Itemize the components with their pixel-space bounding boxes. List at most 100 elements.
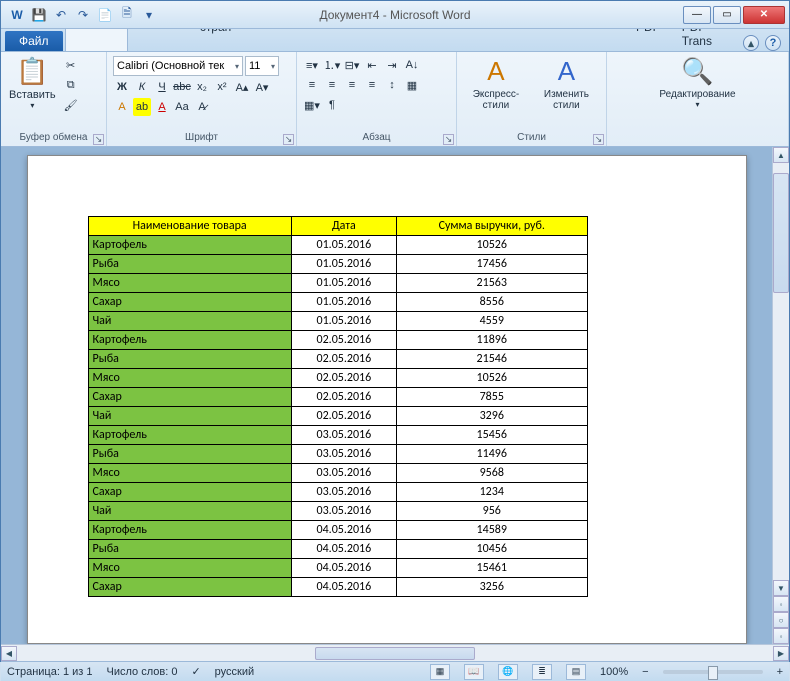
status-proof-icon[interactable]: ✓ — [191, 665, 200, 678]
view-print-icon[interactable]: ▦ — [430, 664, 450, 680]
cell-sum[interactable]: 3296 — [397, 407, 588, 426]
table-row[interactable]: Картофель04.05.201614589 — [88, 521, 587, 540]
vertical-scrollbar[interactable]: ▲ ▼ ◦ ○ ◦ — [772, 147, 789, 644]
data-table[interactable]: Наименование товараДатаСумма выручки, ру… — [88, 216, 588, 597]
grow-font-icon[interactable]: A▴ — [233, 78, 251, 96]
font-name-combo[interactable]: Calibri (Основной тек▾ — [113, 56, 243, 76]
view-read-icon[interactable]: 📖 — [464, 664, 484, 680]
shrink-font-icon[interactable]: A▾ — [253, 78, 271, 96]
font-color-icon[interactable]: A — [153, 98, 171, 116]
cell-sum[interactable]: 10526 — [397, 236, 588, 255]
justify-icon[interactable]: ≡ — [363, 76, 381, 94]
view-web-icon[interactable]: 🌐 — [498, 664, 518, 680]
cell-name[interactable]: Картофель — [88, 426, 291, 445]
cell-sum[interactable]: 956 — [397, 502, 588, 521]
change-styles-button[interactable]: A Изменить стили — [531, 54, 602, 113]
multilevel-icon[interactable]: ⊟▾ — [343, 56, 361, 74]
cell-name[interactable]: Мясо — [88, 559, 291, 578]
indent-right-icon[interactable]: ⇥ — [383, 56, 401, 74]
paste-button[interactable]: 📋 Вставить ▾ — [5, 54, 60, 112]
view-outline-icon[interactable]: ≣ — [532, 664, 552, 680]
save-icon[interactable]: 💾 — [29, 5, 49, 25]
cell-sum[interactable]: 17456 — [397, 255, 588, 274]
table-header[interactable]: Наименование товара — [88, 217, 291, 236]
cell-sum[interactable]: 4559 — [397, 312, 588, 331]
table-row[interactable]: Сахар03.05.20161234 — [88, 483, 587, 502]
table-row[interactable]: Сахар04.05.20163256 — [88, 578, 587, 597]
cell-date[interactable]: 04.05.2016 — [291, 521, 396, 540]
clipboard-launcher-icon[interactable]: ↘ — [93, 134, 104, 145]
scroll-down-icon[interactable]: ▼ — [773, 580, 789, 596]
cell-sum[interactable]: 15456 — [397, 426, 588, 445]
scroll-thumb-h[interactable] — [315, 647, 475, 660]
cell-sum[interactable]: 11896 — [397, 331, 588, 350]
cell-sum[interactable]: 11496 — [397, 445, 588, 464]
cell-name[interactable]: Рыба — [88, 445, 291, 464]
cell-date[interactable]: 02.05.2016 — [291, 350, 396, 369]
cell-name[interactable]: Сахар — [88, 578, 291, 597]
cell-name[interactable]: Рыба — [88, 350, 291, 369]
cell-name[interactable]: Картофель — [88, 521, 291, 540]
table-row[interactable]: Чай02.05.20163296 — [88, 407, 587, 426]
minimize-button[interactable]: — — [683, 6, 711, 24]
zoom-in-icon[interactable]: + — [777, 666, 783, 678]
table-header[interactable]: Дата — [291, 217, 396, 236]
help-icon[interactable]: ? — [765, 35, 781, 51]
paragraph-launcher-icon[interactable]: ↘ — [443, 134, 454, 145]
superscript-icon[interactable]: x² — [213, 78, 231, 96]
cell-name[interactable]: Сахар — [88, 483, 291, 502]
qat-customize-icon[interactable]: ▾ — [139, 5, 159, 25]
quick-styles-button[interactable]: A Экспресс-стили — [461, 54, 531, 113]
highlight-icon[interactable]: ab — [133, 98, 151, 116]
cell-name[interactable]: Сахар — [88, 293, 291, 312]
cell-sum[interactable]: 10456 — [397, 540, 588, 559]
qat-doc-icon[interactable]: 📄 — [95, 5, 115, 25]
cell-sum[interactable]: 14589 — [397, 521, 588, 540]
editing-button[interactable]: 🔍 Редактирование ▾ — [655, 54, 739, 111]
prev-page-icon[interactable]: ◦ — [773, 596, 789, 612]
line-spacing-icon[interactable]: ↕ — [383, 76, 401, 94]
table-row[interactable]: Рыба02.05.201621546 — [88, 350, 587, 369]
table-row[interactable]: Картофель03.05.201615456 — [88, 426, 587, 445]
cell-name[interactable]: Чай — [88, 502, 291, 521]
indent-left-icon[interactable]: ⇤ — [363, 56, 381, 74]
strike-icon[interactable]: abc — [173, 78, 191, 96]
copy-icon[interactable]: ⧉ — [62, 76, 80, 94]
table-row[interactable]: Мясо01.05.201621563 — [88, 274, 587, 293]
format-painter-icon[interactable]: 🖌 — [62, 96, 80, 114]
text-effects-icon[interactable]: A — [113, 98, 131, 116]
table-row[interactable]: Рыба03.05.201611496 — [88, 445, 587, 464]
table-row[interactable]: Сахар02.05.20167855 — [88, 388, 587, 407]
cell-sum[interactable]: 21563 — [397, 274, 588, 293]
align-center-icon[interactable]: ≡ — [323, 76, 341, 94]
cell-name[interactable]: Рыба — [88, 540, 291, 559]
borders-icon[interactable]: ▦▾ — [303, 96, 321, 114]
cell-date[interactable]: 01.05.2016 — [291, 236, 396, 255]
redo-icon[interactable]: ↷ — [73, 5, 93, 25]
scroll-left-icon[interactable]: ◀ — [1, 646, 17, 661]
cell-sum[interactable]: 21546 — [397, 350, 588, 369]
table-row[interactable]: Рыба01.05.201617456 — [88, 255, 587, 274]
cell-date[interactable]: 01.05.2016 — [291, 274, 396, 293]
close-button[interactable]: ✕ — [743, 6, 785, 24]
table-row[interactable]: Мясо03.05.20169568 — [88, 464, 587, 483]
table-row[interactable]: Чай03.05.2016956 — [88, 502, 587, 521]
font-launcher-icon[interactable]: ↘ — [283, 134, 294, 145]
shading-icon[interactable]: ▦ — [403, 76, 421, 94]
qat-doc2-icon[interactable]: 🗎 — [117, 5, 137, 25]
scroll-thumb[interactable] — [773, 173, 789, 293]
table-header[interactable]: Сумма выручки, руб. — [397, 217, 588, 236]
scroll-right-icon[interactable]: ▶ — [773, 646, 789, 661]
minimize-ribbon-icon[interactable]: ▴ — [743, 35, 759, 51]
cell-date[interactable]: 04.05.2016 — [291, 540, 396, 559]
cell-date[interactable]: 02.05.2016 — [291, 388, 396, 407]
clear-format-icon[interactable]: A̷ — [193, 98, 211, 116]
next-page-icon[interactable]: ◦ — [773, 628, 789, 644]
table-row[interactable]: Чай01.05.20164559 — [88, 312, 587, 331]
cell-date[interactable]: 02.05.2016 — [291, 331, 396, 350]
font-size-combo[interactable]: 11▾ — [245, 56, 279, 76]
table-row[interactable]: Картофель01.05.201610526 — [88, 236, 587, 255]
cell-sum[interactable]: 15461 — [397, 559, 588, 578]
cell-date[interactable]: 01.05.2016 — [291, 255, 396, 274]
cell-date[interactable]: 03.05.2016 — [291, 445, 396, 464]
